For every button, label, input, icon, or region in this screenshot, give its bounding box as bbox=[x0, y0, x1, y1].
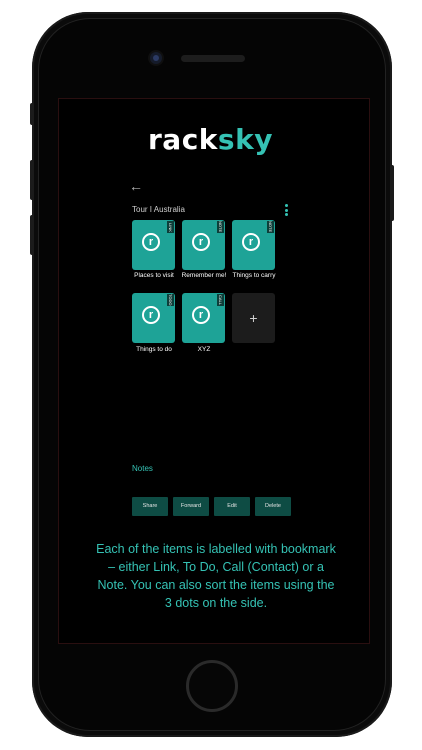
phone-side-button-left bbox=[30, 215, 34, 255]
edit-button[interactable]: Edit bbox=[214, 497, 250, 516]
item-tile[interactable]: NOTE bbox=[182, 220, 225, 270]
phone-side-button-right bbox=[390, 165, 394, 221]
logo-text-sky: sky bbox=[217, 123, 273, 156]
bookmark-tag: NOTE bbox=[267, 221, 274, 233]
delete-button[interactable]: Delete bbox=[255, 497, 291, 516]
bookmark-tag: CALL bbox=[217, 294, 224, 306]
bookmark-tag: NOTE bbox=[217, 221, 224, 233]
share-button[interactable]: Share bbox=[132, 497, 168, 516]
item-caption: Things to carry bbox=[232, 272, 276, 279]
earpiece-speaker bbox=[181, 55, 245, 62]
item-caption: XYZ bbox=[197, 346, 211, 353]
racksky-logo-icon bbox=[192, 233, 210, 251]
home-button[interactable] bbox=[186, 660, 238, 712]
phone-side-button-left bbox=[30, 160, 34, 200]
racksky-logo-icon bbox=[142, 233, 160, 251]
logo-text-rack: rack bbox=[148, 123, 218, 156]
racksky-logo-icon bbox=[192, 306, 210, 324]
bookmark-tag: LINK bbox=[167, 221, 174, 233]
notes-label: Notes bbox=[132, 464, 153, 473]
item-tile[interactable]: LINK bbox=[132, 220, 175, 270]
forward-button[interactable]: Forward bbox=[173, 497, 209, 516]
front-camera-icon bbox=[150, 52, 162, 64]
description-text: Each of the items is labelled with bookm… bbox=[96, 542, 336, 610]
item-tile[interactable]: CALL bbox=[182, 293, 225, 343]
racksky-logo-icon bbox=[242, 233, 260, 251]
bookmark-tag: TODO bbox=[167, 294, 174, 306]
back-arrow-icon[interactable]: ← bbox=[128, 178, 144, 194]
racksky-logo-icon bbox=[142, 306, 160, 324]
item-tile[interactable]: NOTE bbox=[232, 220, 275, 270]
collection-title: Tour I Australia bbox=[132, 205, 185, 214]
add-item-button[interactable]: + bbox=[232, 293, 275, 343]
app-logo: racksky bbox=[148, 124, 278, 156]
phone-side-button-left bbox=[30, 103, 34, 125]
more-options-icon[interactable] bbox=[283, 204, 289, 216]
item-tile[interactable]: TODO bbox=[132, 293, 175, 343]
